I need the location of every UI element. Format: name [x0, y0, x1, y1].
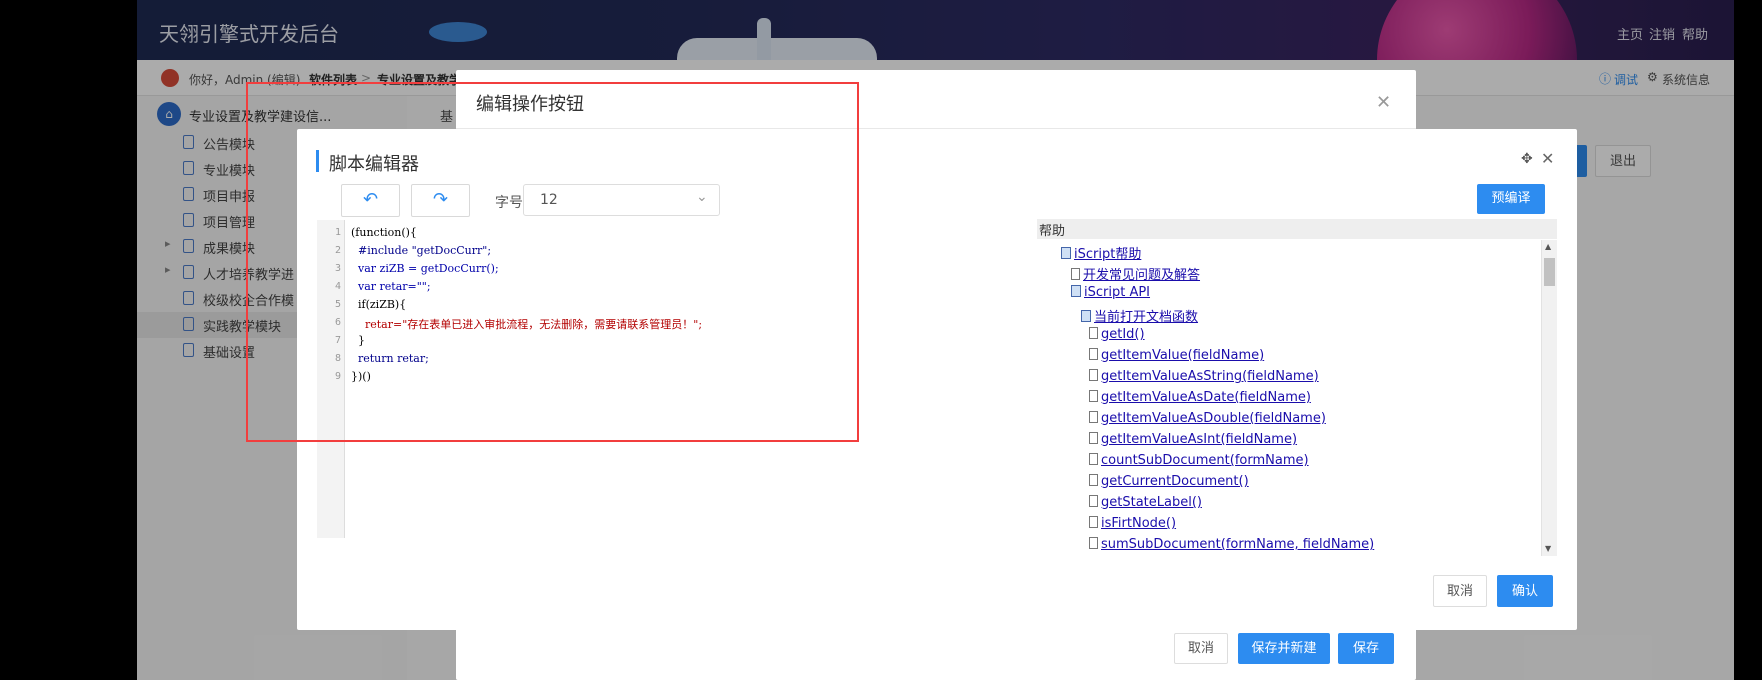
help-tree: iScript帮助 开发常见问题及解答 iScript API 当前打开文档函数… — [1037, 240, 1557, 556]
document-icon — [1089, 516, 1098, 528]
book-icon — [1061, 247, 1071, 259]
tree-item[interactable]: getItemValueAsDouble(fieldName) — [1089, 411, 1326, 426]
document-icon — [1089, 411, 1098, 423]
document-icon — [1089, 537, 1098, 549]
tree-item[interactable]: 开发常见问题及解答 — [1071, 264, 1200, 283]
document-icon — [1089, 327, 1098, 339]
tree-item[interactable]: 当前打开文档函数 — [1081, 306, 1198, 325]
save-button[interactable]: 保存 — [1338, 633, 1394, 664]
tree-item[interactable]: getItemValueAsString(fieldName) — [1089, 369, 1319, 384]
tree-item[interactable]: getCurrentDocument() — [1089, 474, 1249, 489]
confirm-button[interactable]: 确认 — [1497, 575, 1553, 607]
tree-item[interactable]: getItemValueAsDate(fieldName) — [1089, 390, 1311, 405]
move-icon[interactable]: ✥ — [1521, 151, 1533, 167]
tree-item[interactable]: iScript API — [1071, 285, 1150, 300]
tree-item[interactable]: getId() — [1089, 327, 1145, 342]
tree-item[interactable]: iScript帮助 — [1061, 243, 1141, 262]
document-icon — [1089, 348, 1098, 360]
document-icon — [1089, 432, 1098, 444]
scrollbar-thumb[interactable] — [1544, 258, 1555, 286]
document-icon — [1089, 474, 1098, 486]
tree-item[interactable]: getItemValue(fieldName) — [1089, 348, 1264, 363]
tree-item[interactable]: getItemValueAsInt(fieldName) — [1089, 432, 1297, 447]
document-icon — [1089, 390, 1098, 402]
book-icon — [1081, 310, 1091, 322]
document-icon — [1089, 495, 1098, 507]
save-and-new-button[interactable]: 保存并新建 — [1238, 633, 1330, 664]
close-icon[interactable]: ✕ — [1541, 149, 1554, 168]
close-icon[interactable]: ✕ — [1376, 92, 1391, 113]
scroll-down-arrow[interactable]: ▼ — [1545, 544, 1551, 553]
document-icon — [1089, 453, 1098, 465]
cancel-button[interactable]: 取消 — [1433, 575, 1487, 607]
scroll-up-arrow[interactable]: ▲ — [1545, 242, 1551, 251]
tree-item[interactable]: getStateLabel() — [1089, 495, 1202, 510]
cancel-button[interactable]: 取消 — [1174, 633, 1228, 664]
book-icon — [1071, 285, 1081, 297]
help-label: 帮助 — [1039, 224, 1066, 239]
highlight-annotation-box — [246, 82, 859, 442]
help-panel-header: 帮助 — [1037, 219, 1557, 239]
precompile-button[interactable]: 预编译 — [1477, 184, 1545, 214]
document-icon — [1071, 268, 1080, 280]
document-icon — [1089, 369, 1098, 381]
tree-item[interactable]: countSubDocument(formName) — [1089, 453, 1309, 468]
tree-item[interactable]: sumSubDocument(formName, fieldName) — [1089, 537, 1374, 552]
tree-item[interactable]: isFirtNode() — [1089, 516, 1176, 531]
help-scrollbar[interactable]: ▲ ▼ — [1541, 240, 1557, 556]
